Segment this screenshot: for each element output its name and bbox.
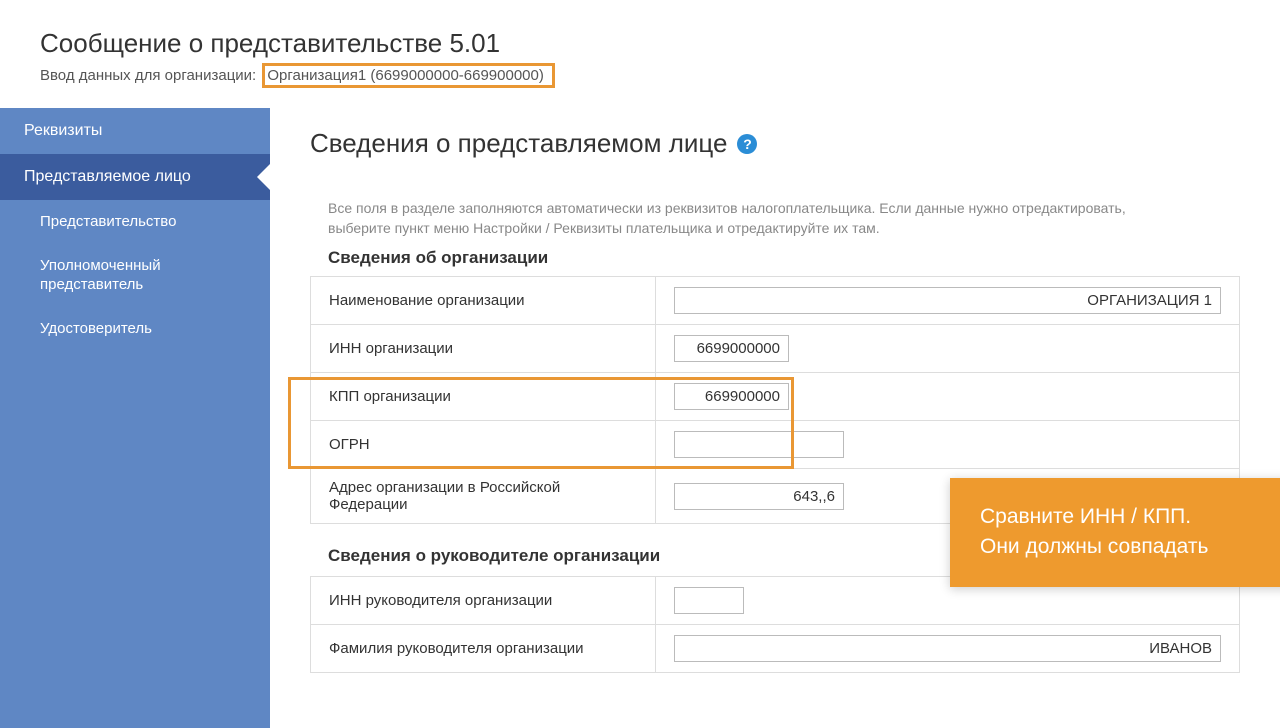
row-org-name: Наименование организации ОРГАНИЗАЦИЯ 1 (311, 277, 1240, 325)
page-header: Сообщение о представительстве 5.01 Ввод … (0, 0, 1280, 108)
callout-line2: Они должны совпадать (980, 532, 1280, 562)
input-leader-inn[interactable] (674, 587, 744, 614)
sidebar-item-label: Удостоверитель (40, 320, 152, 337)
label-org-kpp: КПП организации (311, 373, 656, 421)
sidebar-item-representation[interactable]: Представительство (0, 200, 270, 244)
row-org-ogrn: ОГРН (311, 421, 1240, 469)
sidebar-item-label: Представляемое лицо (24, 168, 191, 185)
sidebar-item-authorized-rep[interactable]: Уполномоченный представитель (0, 244, 270, 307)
input-org-addr[interactable]: 643,,6 (674, 483, 844, 510)
help-icon[interactable]: ? (737, 134, 757, 154)
main-content: Сведения о представляемом лице ? Все пол… (270, 108, 1280, 728)
input-org-inn[interactable]: 6699000000 (674, 335, 789, 362)
sidebar-item-label: Уполномоченный представитель (40, 257, 161, 294)
leader-form-table: ИНН руководителя организации Фамилия рук… (310, 576, 1240, 673)
label-org-inn: ИНН организации (311, 325, 656, 373)
sidebar-item-requisites[interactable]: Реквизиты (0, 108, 270, 154)
input-org-kpp[interactable]: 669900000 (674, 383, 789, 410)
page-subtitle: Ввод данных для организации: Организация… (40, 63, 1240, 88)
label-leader-fam: Фамилия руководителя организации (311, 625, 656, 673)
page-title: Сообщение о представительстве 5.01 (40, 28, 1240, 59)
sidebar-item-certifier[interactable]: Удостоверитель (0, 307, 270, 351)
input-org-ogrn[interactable] (674, 431, 844, 458)
sidebar-item-label: Представительство (40, 213, 176, 230)
section-hint: Все поля в разделе заполняются автоматич… (328, 199, 1148, 238)
section-title: Сведения о представляемом лице ? (310, 128, 1240, 159)
row-org-inn: ИНН организации 6699000000 (311, 325, 1240, 373)
section-title-text: Сведения о представляемом лице (310, 128, 727, 159)
subsection-org-heading: Сведения об организации (328, 248, 1240, 268)
callout-compare-inn-kpp: Сравните ИНН / КПП. Они должны совпадать (950, 478, 1280, 587)
input-org-name[interactable]: ОРГАНИЗАЦИЯ 1 (674, 287, 1221, 314)
sidebar: Реквизиты Представляемое лицо Представит… (0, 108, 270, 728)
sidebar-item-represented-entity[interactable]: Представляемое лицо (0, 154, 270, 200)
sidebar-item-label: Реквизиты (24, 122, 102, 139)
subtitle-prefix: Ввод данных для организации: (40, 67, 256, 84)
subtitle-org-highlight: Организация1 (6699000000-669900000) (262, 63, 554, 88)
row-org-kpp: КПП организации 669900000 (311, 373, 1240, 421)
label-org-ogrn: ОГРН (311, 421, 656, 469)
callout-line1: Сравните ИНН / КПП. (980, 502, 1280, 532)
label-org-name: Наименование организации (311, 277, 656, 325)
input-leader-fam[interactable]: ИВАНОВ (674, 635, 1221, 662)
row-leader-fam: Фамилия руководителя организации ИВАНОВ (311, 625, 1240, 673)
label-leader-inn: ИНН руководителя организации (311, 577, 656, 625)
label-org-addr: Адрес организации в Российской Федерации (311, 469, 656, 524)
